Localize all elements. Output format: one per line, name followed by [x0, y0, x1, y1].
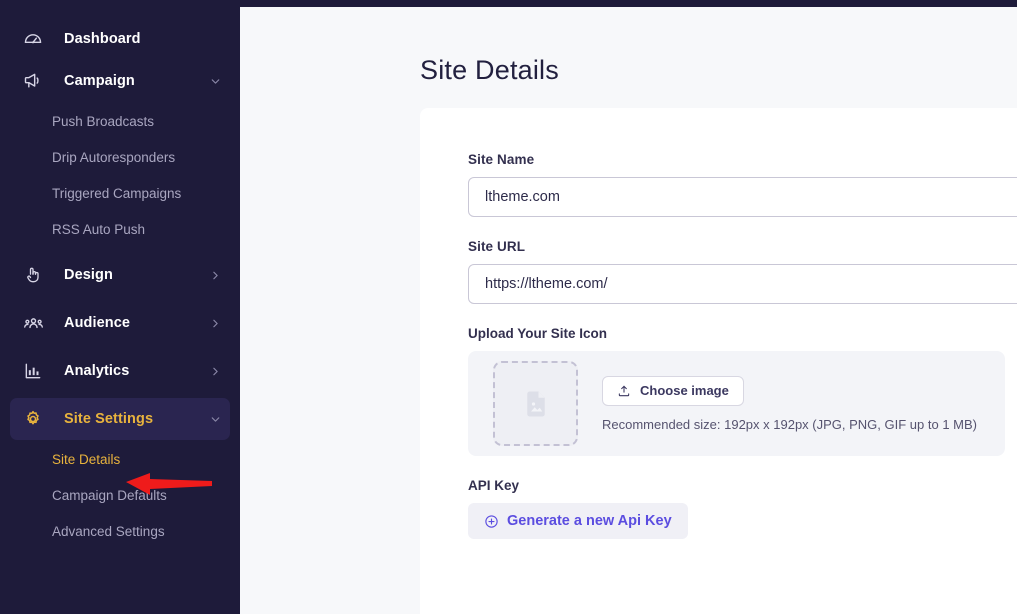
upload-site-icon-label: Upload Your Site Icon — [468, 326, 608, 341]
sidebar-item-label: Site Settings — [64, 411, 154, 427]
sidebar-item-design[interactable]: Design — [10, 254, 230, 296]
gear-icon — [22, 408, 44, 430]
sidebar-item-audience[interactable]: Audience — [10, 302, 230, 344]
sidebar-item-label: Design — [64, 267, 113, 283]
sidebar-subitem-drip-autoresponders[interactable]: Drip Autoresponders — [0, 140, 240, 176]
sidebar-item-label: Campaign — [64, 73, 135, 89]
sidebar: Dashboard Campaign Push Broadcasts Drip … — [0, 0, 240, 614]
sidebar-subitem-site-details[interactable]: Site Details — [0, 442, 240, 478]
upload-icon-group: Upload Your Site Icon Choose image Recom… — [468, 326, 1017, 456]
users-icon — [22, 312, 44, 334]
megaphone-icon — [22, 70, 44, 92]
sidebar-item-analytics[interactable]: Analytics — [10, 350, 230, 392]
app-root: Dashboard Campaign Push Broadcasts Drip … — [0, 0, 1017, 614]
campaign-subnav: Push Broadcasts Drip Autoresponders Trig… — [0, 104, 240, 248]
site-url-field-group: Site URL — [468, 239, 1017, 304]
bar-chart-icon — [22, 360, 44, 382]
site-url-input[interactable] — [468, 264, 1017, 304]
upload-controls: Choose image Recommended size: 192px x 1… — [602, 375, 977, 432]
chevron-down-icon[interactable] — [208, 74, 222, 88]
sidebar-item-dashboard[interactable]: Dashboard — [10, 18, 230, 60]
main-content: Site Details Site Name Site URL Upload Y… — [240, 7, 1017, 614]
sidebar-subitem-push-broadcasts[interactable]: Push Broadcasts — [0, 104, 240, 140]
site-settings-subnav: Site Details Campaign Defaults Advanced … — [0, 442, 240, 550]
sidebar-subitem-advanced-settings[interactable]: Advanced Settings — [0, 514, 240, 550]
site-url-label: Site URL — [468, 239, 526, 254]
sidebar-item-label: Audience — [64, 315, 131, 331]
generate-api-key-button[interactable]: Generate a new Api Key — [468, 503, 688, 539]
image-file-icon — [521, 389, 551, 419]
chevron-right-icon[interactable] — [208, 364, 222, 378]
sidebar-item-campaign[interactable]: Campaign — [10, 60, 230, 102]
sidebar-item-label: Analytics — [64, 363, 130, 379]
upload-icon — [617, 384, 631, 398]
cursor-hand-icon — [22, 264, 44, 286]
chevron-right-icon[interactable] — [208, 268, 222, 282]
sidebar-subitem-campaign-defaults[interactable]: Campaign Defaults — [0, 478, 240, 514]
plus-circle-icon — [484, 514, 499, 529]
page-title: Site Details — [420, 55, 559, 85]
dashboard-icon — [22, 28, 44, 50]
upload-size-hint: Recommended size: 192px x 192px (JPG, PN… — [602, 416, 977, 432]
chevron-right-icon[interactable] — [208, 316, 222, 330]
api-key-label: API Key — [468, 478, 520, 493]
site-name-field-group: Site Name — [468, 152, 1017, 217]
site-icon-preview[interactable] — [493, 361, 578, 446]
choose-image-button[interactable]: Choose image — [602, 375, 744, 406]
api-key-group: API Key Generate a new Api Key — [468, 478, 1017, 539]
site-details-card: Site Name Site URL Upload Your Site Icon — [420, 108, 1017, 614]
site-name-input[interactable] — [468, 177, 1017, 217]
sidebar-item-label: Dashboard — [64, 31, 141, 47]
sidebar-subitem-rss-auto-push[interactable]: RSS Auto Push — [0, 212, 240, 248]
choose-image-label: Choose image — [640, 383, 729, 398]
sidebar-item-site-settings[interactable]: Site Settings — [10, 398, 230, 440]
generate-api-key-label: Generate a new Api Key — [507, 513, 672, 529]
chevron-down-icon[interactable] — [208, 412, 222, 426]
upload-dropzone[interactable]: Choose image Recommended size: 192px x 1… — [468, 351, 1005, 456]
site-name-label: Site Name — [468, 152, 535, 167]
sidebar-subitem-triggered-campaigns[interactable]: Triggered Campaigns — [0, 176, 240, 212]
